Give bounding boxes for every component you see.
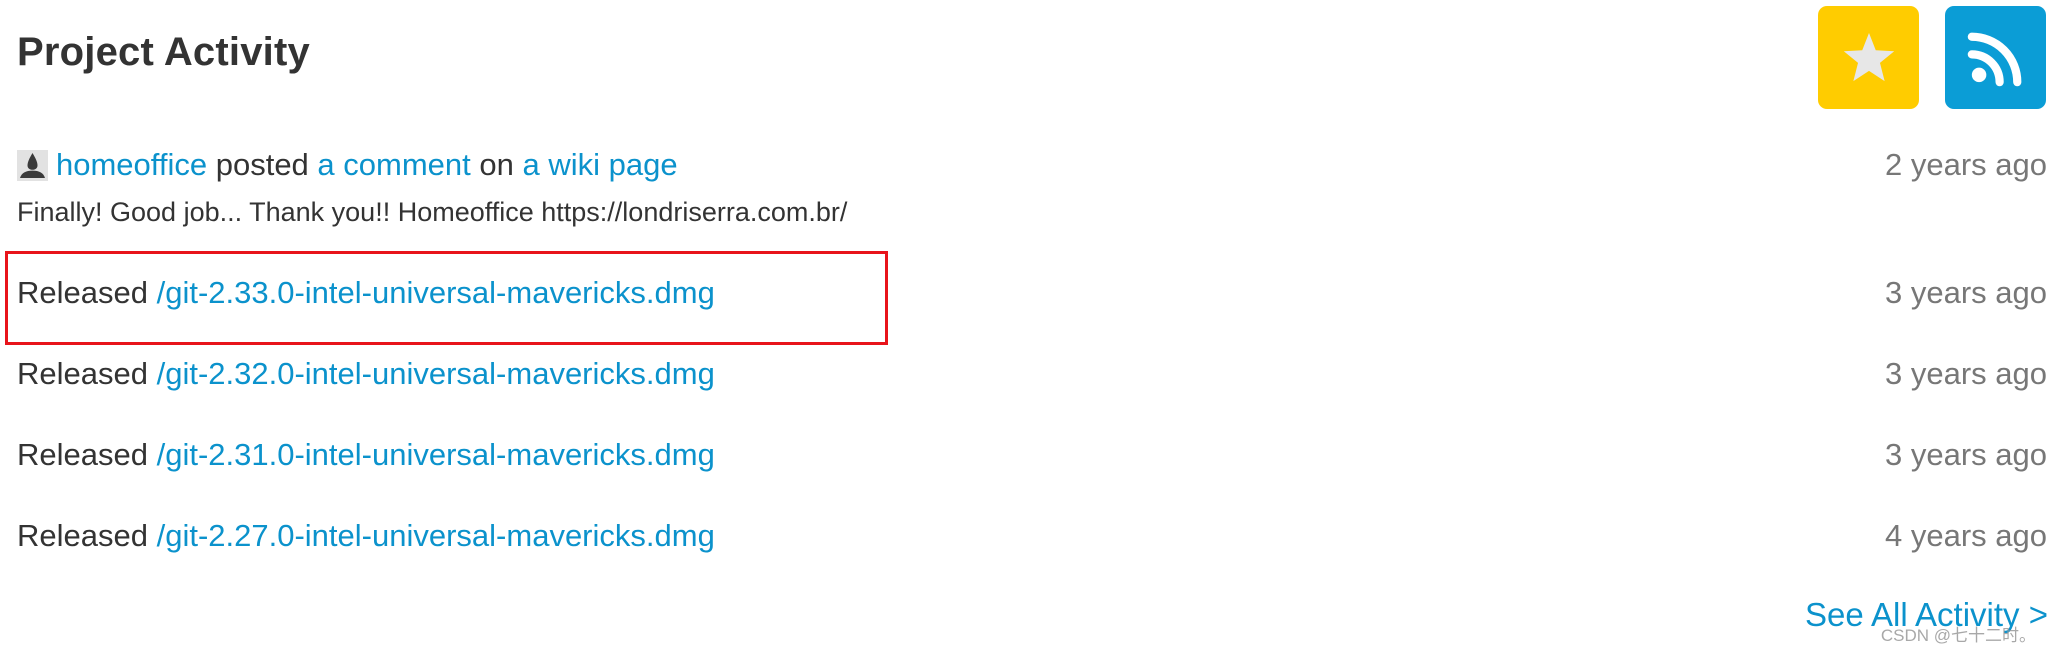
- activity-row: Released /git-2.31.0-intel-universal-mav…: [17, 414, 2047, 495]
- activity-summary: Released /git-2.32.0-intel-universal-mav…: [17, 356, 715, 392]
- release-file-link[interactable]: /git-2.27.0-intel-universal-mavericks.dm…: [157, 518, 715, 554]
- release-label: Released: [17, 274, 148, 310]
- user-avatar-icon[interactable]: [17, 149, 48, 181]
- activity-summary: Released /git-2.31.0-intel-universal-mav…: [17, 437, 715, 473]
- rss-feed-button[interactable]: [1945, 6, 2046, 109]
- activity-timestamp: 3 years ago: [1885, 355, 2047, 391]
- activity-row: Released /git-2.33.0-intel-universal-mav…: [17, 252, 2047, 333]
- star-button[interactable]: [1818, 6, 1919, 109]
- release-label: Released: [17, 436, 148, 472]
- activity-row: Released /git-2.27.0-intel-universal-mav…: [17, 495, 2047, 576]
- project-activity-panel: Project Activity homeoffice posted a com…: [0, 0, 2060, 652]
- comment-body: Finally! Good job... Thank you!! Homeoff…: [17, 197, 848, 227]
- activity-timestamp: 3 years ago: [1885, 436, 2047, 472]
- comment-link[interactable]: a comment: [317, 147, 470, 183]
- activity-item-release: Released /git-2.31.0-intel-universal-mav…: [17, 414, 2047, 495]
- star-icon: [1843, 32, 1894, 81]
- header-actions: [1818, 6, 2046, 109]
- activity-item-comment: homeoffice posted a comment on a wiki pa…: [17, 140, 2047, 252]
- activity-item-release: Released /git-2.33.0-intel-universal-mav…: [17, 252, 2047, 333]
- activity-item-release: Released /git-2.32.0-intel-universal-mav…: [17, 333, 2047, 414]
- activity-preposition: on: [479, 147, 514, 182]
- activity-summary: Released /git-2.33.0-intel-universal-mav…: [17, 275, 715, 311]
- release-label: Released: [17, 355, 148, 391]
- activity-item-release: Released /git-2.27.0-intel-universal-mav…: [17, 495, 2047, 576]
- release-file-link[interactable]: /git-2.32.0-intel-universal-mavericks.dm…: [157, 356, 715, 392]
- activity-row: Released /git-2.32.0-intel-universal-mav…: [17, 333, 2047, 414]
- release-file-link[interactable]: /git-2.31.0-intel-universal-mavericks.dm…: [157, 437, 715, 473]
- activity-row: homeoffice posted a comment on a wiki pa…: [17, 140, 2047, 190]
- activity-list: homeoffice posted a comment on a wiki pa…: [17, 140, 2047, 576]
- watermark-text: CSDN @七十二时。: [1880, 626, 2036, 645]
- release-label: Released: [17, 517, 148, 553]
- release-file-link[interactable]: /git-2.33.0-intel-universal-mavericks.dm…: [157, 275, 715, 311]
- activity-verb: posted: [215, 147, 309, 182]
- activity-timestamp: 3 years ago: [1885, 274, 2047, 310]
- user-link[interactable]: homeoffice: [56, 147, 207, 183]
- activity-timestamp: 4 years ago: [1885, 517, 2047, 553]
- activity-timestamp: 2 years ago: [1885, 147, 2047, 182]
- activity-summary: homeoffice posted a comment on a wiki pa…: [17, 147, 678, 183]
- page-title: Project Activity: [17, 30, 310, 74]
- wiki-page-link[interactable]: a wiki page: [523, 147, 678, 183]
- rss-feed-icon: [1967, 32, 2021, 86]
- activity-summary: Released /git-2.27.0-intel-universal-mav…: [17, 518, 715, 554]
